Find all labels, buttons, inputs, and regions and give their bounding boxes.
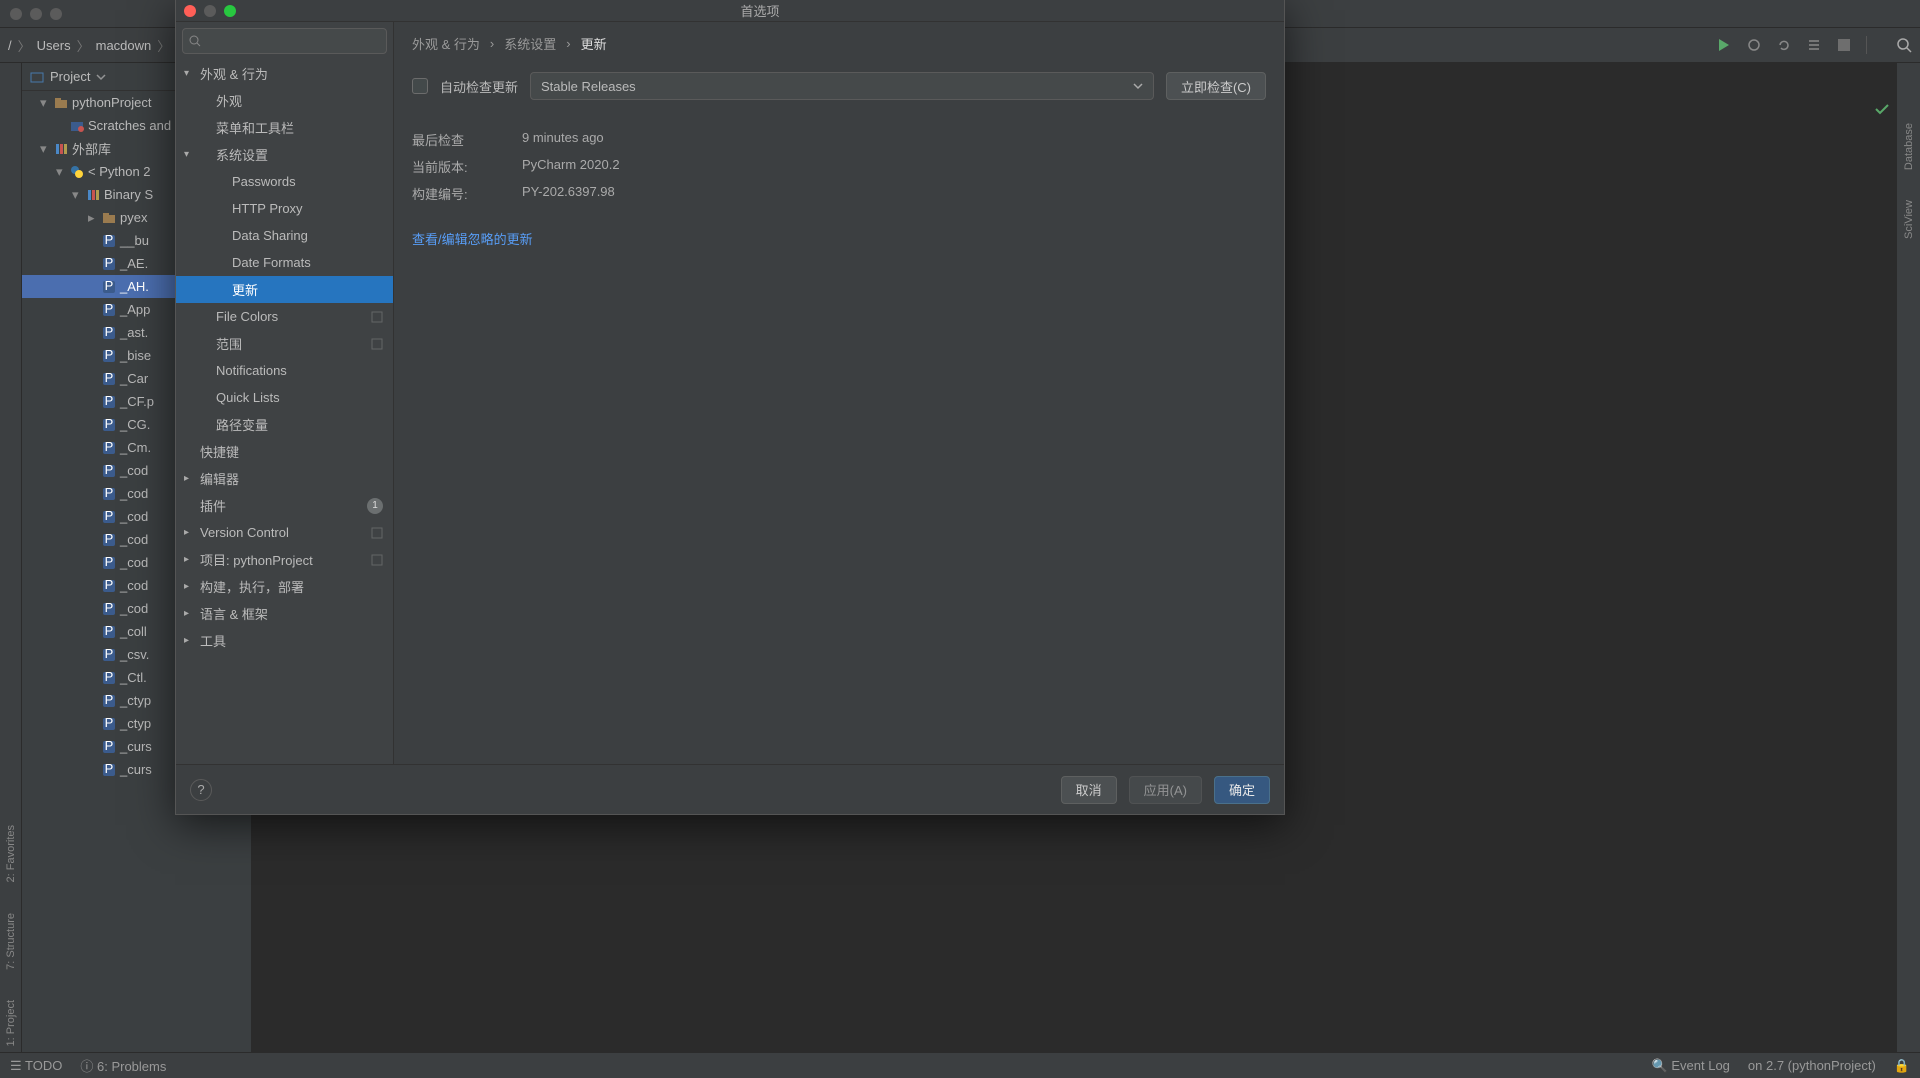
current-version-value: PyCharm 2020.2: [522, 157, 1266, 176]
settings-nav-item[interactable]: Notifications: [176, 357, 393, 384]
dialog-layer: 首选项 ▾外观 & 行为外观菜单和工具栏▾系统设置PasswordsHTTP P…: [0, 0, 1920, 1078]
update-info: 最后检查 9 minutes ago 当前版本: PyCharm 2020.2 …: [412, 130, 1266, 203]
dialog-close-icon[interactable]: [184, 5, 196, 17]
auto-check-label: 自动检查更新: [440, 77, 518, 96]
build-label: 构建编号:: [412, 184, 502, 203]
settings-nav-item[interactable]: 更新: [176, 276, 393, 303]
ok-button[interactable]: 确定: [1214, 776, 1270, 804]
plugin-badge: 1: [367, 498, 383, 514]
settings-nav-item[interactable]: HTTP Proxy: [176, 195, 393, 222]
settings-nav-item[interactable]: 外观: [176, 87, 393, 114]
settings-search-input[interactable]: [207, 34, 380, 48]
dialog-zoom-icon[interactable]: [224, 5, 236, 17]
settings-nav-item[interactable]: 菜单和工具栏: [176, 114, 393, 141]
dialog-min-icon[interactable]: [204, 5, 216, 17]
settings-nav-item[interactable]: ▾外观 & 行为: [176, 60, 393, 87]
settings-nav-item[interactable]: ▾系统设置: [176, 141, 393, 168]
channel-value: Stable Releases: [541, 79, 636, 94]
update-channel-select[interactable]: Stable Releases: [530, 72, 1154, 100]
chevron-down-icon: [1133, 81, 1143, 91]
settings-nav-item[interactable]: 范围: [176, 330, 393, 357]
ignored-updates-link[interactable]: 查看/编辑忽略的更新: [412, 229, 1266, 248]
settings-nav-item[interactable]: ▸语言 & 框架: [176, 600, 393, 627]
dialog-footer: ? 取消 应用(A) 确定: [176, 764, 1284, 814]
last-check-value: 9 minutes ago: [522, 130, 1266, 149]
last-check-label: 最后检查: [412, 130, 502, 149]
build-value: PY-202.6397.98: [522, 184, 1266, 203]
settings-nav-item[interactable]: 插件1: [176, 492, 393, 519]
project-scope-icon: [371, 554, 383, 566]
settings-nav-tree[interactable]: ▾外观 & 行为外观菜单和工具栏▾系统设置PasswordsHTTP Proxy…: [176, 60, 393, 764]
preferences-dialog: 首选项 ▾外观 & 行为外观菜单和工具栏▾系统设置PasswordsHTTP P…: [175, 0, 1285, 815]
auto-check-checkbox[interactable]: [412, 78, 428, 94]
settings-nav-item[interactable]: 路径变量: [176, 411, 393, 438]
settings-nav-item[interactable]: Data Sharing: [176, 222, 393, 249]
settings-nav-item[interactable]: Passwords: [176, 168, 393, 195]
project-scope-icon: [371, 527, 383, 539]
settings-nav-item[interactable]: ▸项目: pythonProject: [176, 546, 393, 573]
settings-nav-item[interactable]: Quick Lists: [176, 384, 393, 411]
current-version-label: 当前版本:: [412, 157, 502, 176]
search-icon: [189, 35, 201, 47]
crumb[interactable]: 系统设置: [504, 34, 556, 53]
settings-nav-item[interactable]: ▸编辑器: [176, 465, 393, 492]
apply-button[interactable]: 应用(A): [1129, 776, 1202, 804]
project-scope-icon: [371, 338, 383, 350]
settings-content: 外观 & 行为› 系统设置› 更新 自动检查更新 Stable Releases…: [394, 22, 1284, 764]
settings-search[interactable]: [182, 28, 387, 54]
settings-breadcrumb: 外观 & 行为› 系统设置› 更新: [412, 22, 1266, 64]
settings-nav-item[interactable]: Date Formats: [176, 249, 393, 276]
dialog-title: 首选项: [244, 1, 1276, 20]
settings-nav-item[interactable]: File Colors: [176, 303, 393, 330]
crumb[interactable]: 外观 & 行为: [412, 34, 480, 53]
settings-nav-item[interactable]: ▸构建，执行，部署: [176, 573, 393, 600]
crumb-current: 更新: [581, 34, 607, 53]
help-button[interactable]: ?: [190, 779, 212, 801]
check-now-button[interactable]: 立即检查(C): [1166, 72, 1266, 100]
settings-nav: ▾外观 & 行为外观菜单和工具栏▾系统设置PasswordsHTTP Proxy…: [176, 22, 394, 764]
project-scope-icon: [371, 311, 383, 323]
settings-nav-item[interactable]: ▸工具: [176, 627, 393, 654]
cancel-button[interactable]: 取消: [1061, 776, 1117, 804]
settings-nav-item[interactable]: 快捷键: [176, 438, 393, 465]
dialog-titlebar: 首选项: [176, 0, 1284, 22]
settings-nav-item[interactable]: ▸Version Control: [176, 519, 393, 546]
